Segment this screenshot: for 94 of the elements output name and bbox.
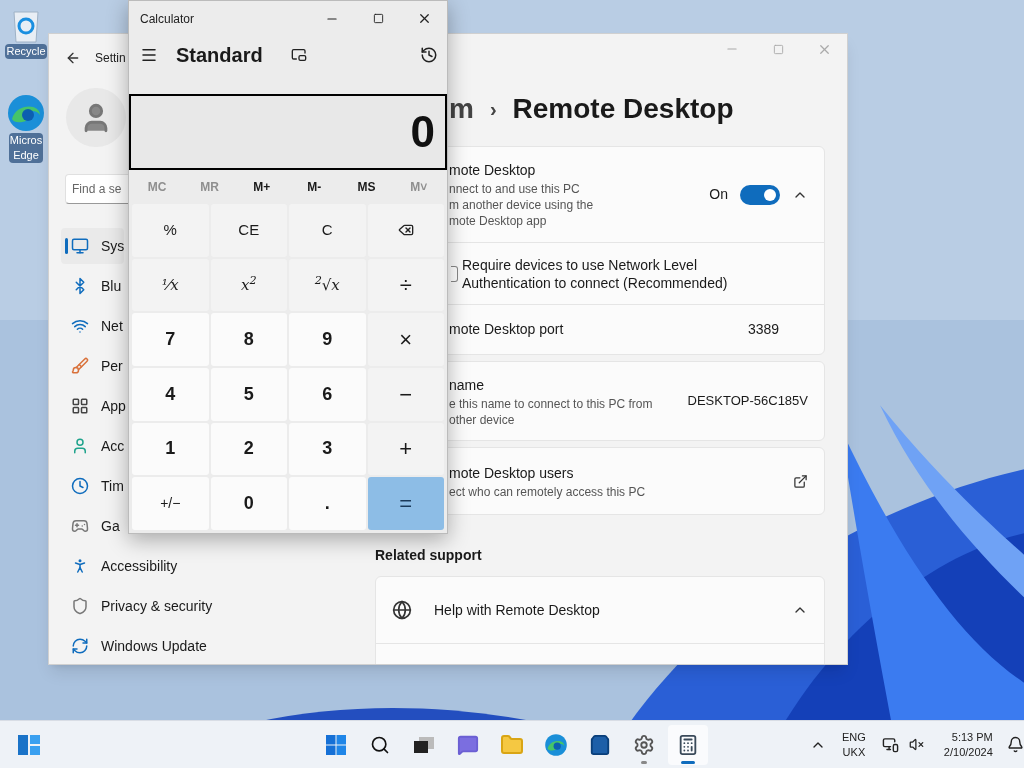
task-view-icon[interactable] [413,735,435,754]
setting-description: ect who can remotely access this PC [449,483,647,500]
memory-button[interactable]: M- [288,178,341,196]
search-icon[interactable] [370,734,390,755]
desktop-icon-label: Micros Edge [8,133,44,163]
calculator-key[interactable]: 7 [132,313,209,366]
search-field[interactable]: Find a se [65,174,129,204]
calculator-key[interactable]: 9 [289,313,366,366]
calculator-key[interactable]: ⅟x [132,258,209,312]
checkbox-label: Require devices to use Network Level Authentication to connect (Recommended) [462,255,728,292]
support-item-title: Help with Remote Desktop [434,600,601,620]
menu-icon[interactable] [140,46,158,64]
nav-item[interactable]: App [61,388,126,424]
nav-item[interactable]: Accessibility [61,548,178,584]
network-icon[interactable] [881,736,899,753]
calculator-key[interactable]: 4 [132,368,209,421]
keep-on-top-icon[interactable] [290,47,307,63]
calculator-icon[interactable] [677,733,699,756]
port-value: 3389 [748,320,781,339]
setting-description: nnect to and use this PC m another device using the mote Desktop app [449,181,595,229]
calculator-key[interactable]: = [367,477,444,530]
calculator-key[interactable]: % [132,204,209,257]
desktop-icon-label: Recycle [5,44,47,59]
clock-time[interactable]: 5:13 PM [951,729,993,745]
breadcrumb-parent[interactable]: m [449,88,474,130]
calculator-key[interactable]: 6 [289,368,366,421]
person-icon [71,437,89,455]
toggle-state-label: On [709,185,728,204]
taskbar-app[interactable] [668,724,708,765]
brush-icon [71,357,89,375]
edge-icon[interactable] [544,732,568,757]
external-link-icon[interactable] [793,473,808,489]
gamepad-icon [71,517,89,535]
refresh-icon [71,637,89,655]
checkbox[interactable] [451,265,458,282]
setting-description: e this name to connect to this PC from other device [449,395,654,428]
calculator-key[interactable]: 1 [132,422,209,476]
calculator-key[interactable]: 3 [289,422,366,476]
widgets-icon[interactable] [17,733,41,756]
calculator-key[interactable]: C [289,204,366,257]
nav-item[interactable]: Privacy & security [61,588,213,624]
window-title: Calculator [140,10,196,28]
monitor-icon [71,237,89,255]
history-icon[interactable] [420,46,438,64]
calculator-key[interactable]: + [367,422,444,476]
setting-title: name [449,375,486,395]
nav-item[interactable]: Blu [61,268,122,304]
calculator-key[interactable]: . [289,477,366,530]
calculator-key[interactable]: 8 [210,313,287,366]
clock-date[interactable]: 2/10/2024 [943,744,993,760]
toggle-switch[interactable] [740,184,780,205]
calculator-key[interactable]: x$^{2}$ [210,258,287,312]
nav-item[interactable]: Net [61,308,123,344]
setting-title: mote Desktop [449,161,537,180]
nav-item[interactable]: Acc [61,428,125,464]
nav-item[interactable]: Tim [61,468,124,504]
section-heading: Related support [375,546,483,565]
chat-icon[interactable] [457,733,479,756]
window-title: Settin [95,49,126,67]
edge-icon[interactable] [6,93,46,133]
memory-button[interactable]: MS [340,178,393,196]
notification-icon[interactable] [1006,736,1024,753]
calculator-key[interactable]: CE [210,204,287,257]
pc-name-value: DESKTOP-56C185V [687,392,808,411]
calculator-key[interactable]: × [367,313,444,366]
volume-muted-icon[interactable] [908,737,924,752]
globe-icon [392,600,412,620]
setting-title: mote Desktop port [449,320,565,339]
maximize-icon[interactable] [372,13,384,24]
settings-icon[interactable] [633,733,655,756]
mode-title: Standard [176,43,263,68]
nav-item[interactable]: Per [61,348,123,384]
calculator-key[interactable]: 0 [210,477,287,530]
apps-grid-icon [71,397,89,415]
nav-item[interactable]: Windows Update [61,628,207,664]
memory-button[interactable]: M+ [235,178,288,196]
calculator-key[interactable]: +/− [132,477,209,530]
calculator-key[interactable]: ÷ [367,258,444,312]
selection-indicator [65,238,68,254]
nav-item[interactable]: Sys [61,228,125,264]
calculator-key[interactable]: − [367,368,444,421]
language-indicator[interactable]: UKX [842,744,866,760]
calculator-key[interactable]: 5 [210,368,287,421]
shield-icon [71,597,89,615]
nav-item[interactable]: Ga [61,508,120,544]
setting-title: mote Desktop users [449,463,575,483]
page-title: Remote Desktop [512,92,734,126]
language-indicator[interactable]: ENG [842,729,866,745]
calculator-key[interactable]: 2 [210,422,287,476]
breadcrumb-separator: › [489,97,497,122]
wifi-icon [71,317,89,335]
display: 0 [129,94,447,170]
start-icon[interactable] [326,734,346,755]
calculator-key[interactable]: $^{2}$√x [289,258,366,312]
